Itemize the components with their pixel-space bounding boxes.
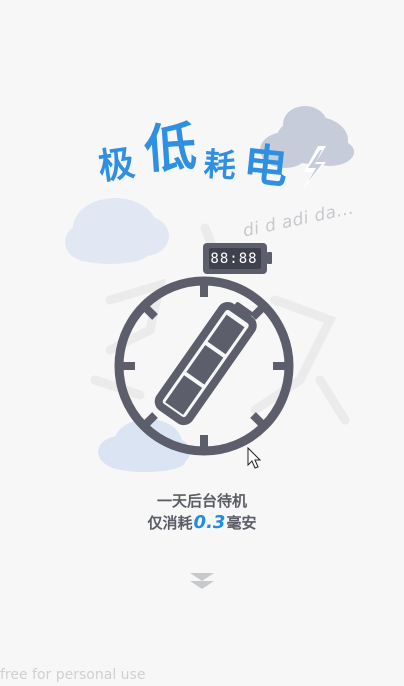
caption-prefix: 仅消耗 — [147, 514, 193, 532]
clock-readout: 88:88 — [210, 251, 258, 267]
caption-line-2: 仅消耗0.3毫安 — [0, 512, 404, 534]
double-chevron-down-icon[interactable] — [190, 573, 214, 589]
mouse-cursor-icon — [247, 446, 262, 469]
caption: 一天后台待机 仅消耗0.3毫安 — [0, 490, 404, 534]
caption-value: 0.3 — [193, 512, 226, 533]
headline-char-2: 低 — [142, 117, 199, 181]
headline-char-3: 耗 — [202, 144, 238, 186]
watermark: free for personal use — [0, 667, 146, 683]
cloud-left-icon — [65, 198, 169, 264]
headline-char-1: 极 — [95, 142, 138, 189]
headline-char-4: 电 — [240, 138, 291, 195]
caption-suffix: 毫安 — [226, 514, 257, 532]
caption-line-1: 一天后台待机 — [156, 492, 247, 510]
battery-icon — [154, 301, 257, 426]
headline: 极 低 耗 电 — [92, 100, 332, 200]
